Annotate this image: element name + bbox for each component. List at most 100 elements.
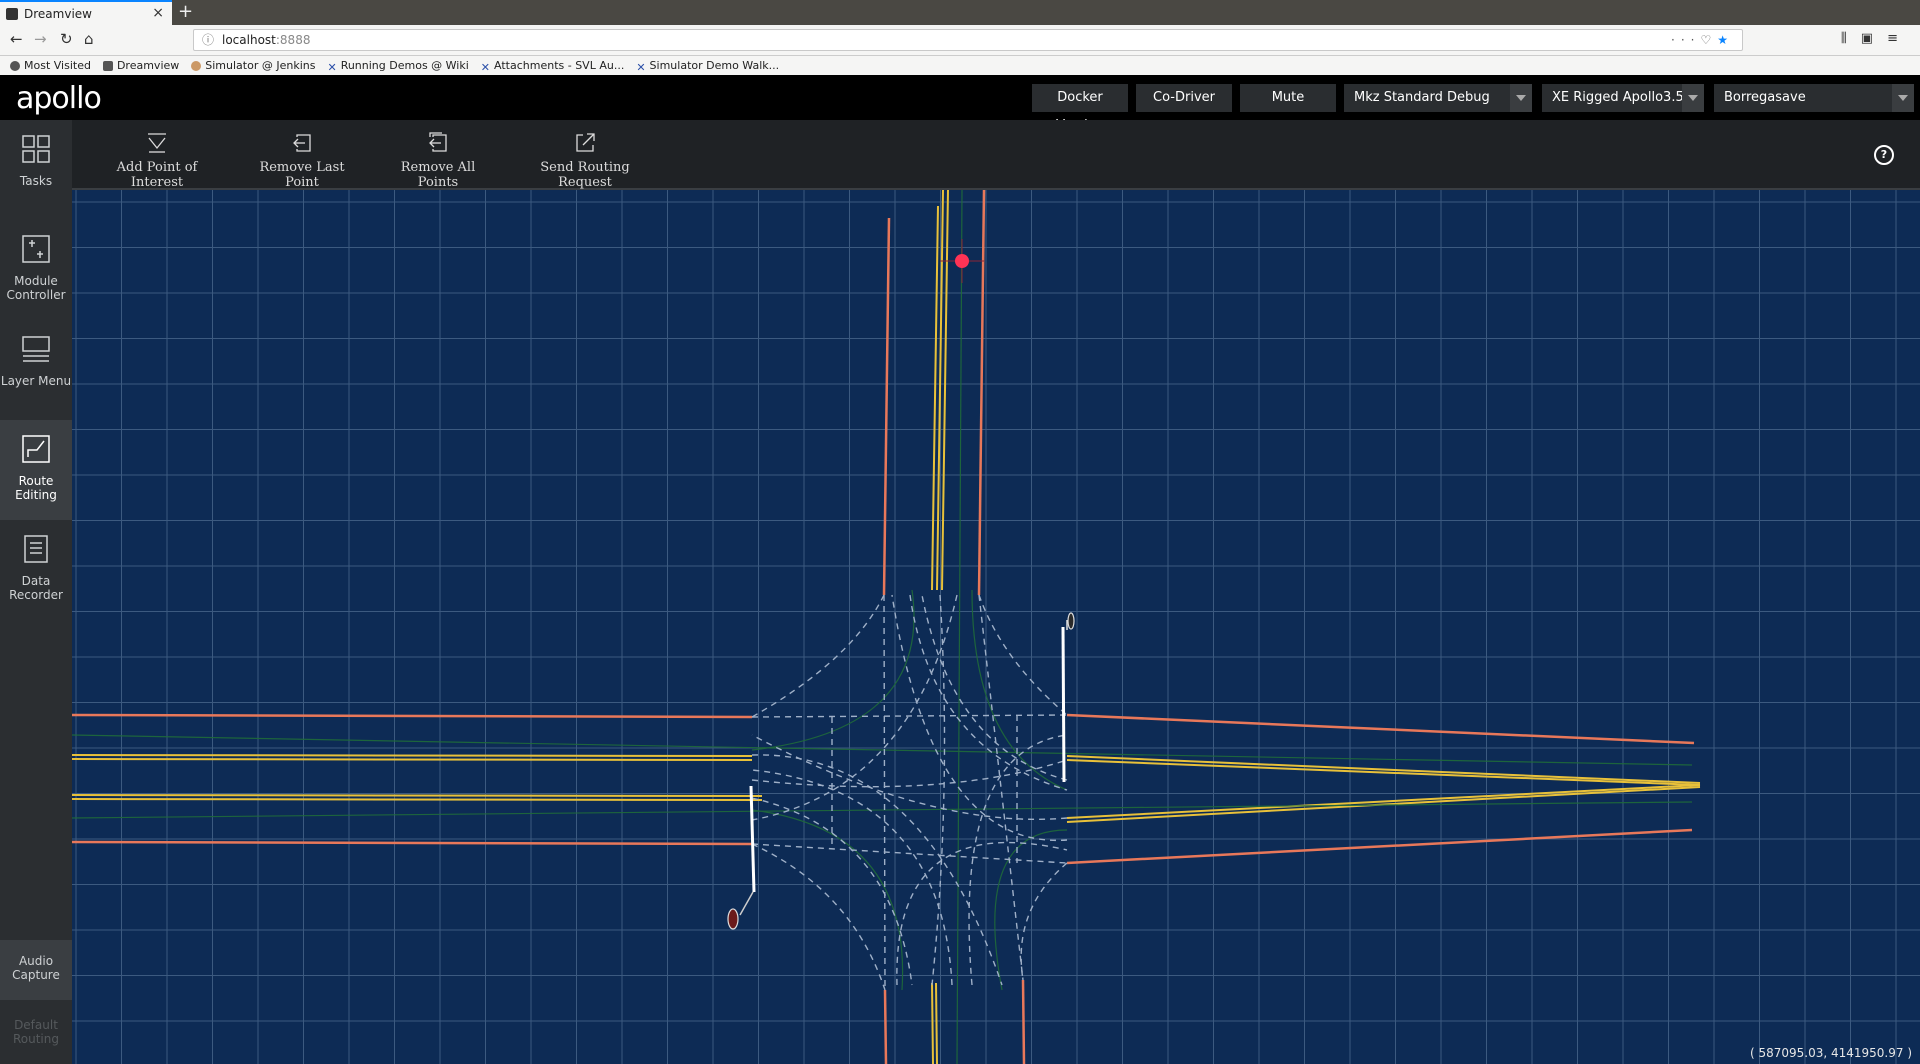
bookmark-star-icon[interactable]: ★	[1717, 33, 1734, 47]
map-coordinates: ( 587095.03, 4141950.97 )	[1749, 1046, 1912, 1060]
lane-boundaries	[72, 190, 1695, 1064]
center-line	[72, 794, 763, 797]
layer-menu-icon	[22, 336, 50, 362]
center-line	[72, 798, 763, 801]
sidebar-item-data-recorder[interactable]: Data Recorder	[0, 520, 72, 620]
sidebar-item-layer-menu[interactable]: Layer Menu	[0, 320, 72, 420]
center-line	[1066, 784, 1701, 819]
confluence-icon: ✕	[480, 60, 491, 74]
library-icon[interactable]: ⫼	[1841, 31, 1861, 46]
traffic-sign-icon	[727, 891, 754, 930]
co-driver-button[interactable]: Co-Driver	[1136, 84, 1232, 112]
lane-guides	[72, 190, 1693, 1064]
funnel-icon	[148, 133, 166, 153]
stop-line	[749, 785, 756, 893]
remove-all-icon	[429, 132, 447, 152]
sidebar-item-label: Layer Menu	[0, 374, 72, 388]
menu-icon[interactable]: ≡	[1887, 31, 1912, 46]
bookmarks-bar: Most Visited Dreamview Simulator @ Jenki…	[0, 56, 1920, 75]
remove-all-points-button[interactable]: Remove All Points	[380, 132, 496, 190]
remove-last-point-button[interactable]: Remove Last Point	[242, 132, 362, 190]
bookmark-item[interactable]: ✕ Attachments - SVL Au...	[480, 59, 625, 74]
lane-boundary-line	[882, 217, 891, 596]
dreamview-favicon	[6, 7, 18, 20]
back-icon[interactable]: ←	[10, 30, 23, 48]
sidebar-item-route-editing[interactable]: Route Editing	[0, 420, 72, 520]
remove-last-icon	[293, 134, 311, 152]
default-routing-label: Default Routing	[12, 1018, 59, 1046]
module-controller-icon	[22, 235, 50, 263]
sidebar-item-label: Module Controller	[6, 274, 66, 302]
gear-icon	[10, 60, 20, 71]
point-of-interest-marker[interactable]	[955, 254, 969, 268]
page-actions-icon[interactable]: ···	[1671, 33, 1700, 47]
center-line	[72, 754, 753, 757]
add-point-of-interest-button[interactable]: Add Point of Interest	[92, 132, 222, 190]
mode-select-value: Mkz Standard Debug	[1354, 90, 1490, 105]
map-select[interactable]: Borregasave	[1714, 84, 1914, 112]
chevron-down-icon[interactable]	[1892, 84, 1914, 112]
send-routing-request-button[interactable]: Send Routing Request	[512, 132, 658, 190]
browser-nav-bar: ← → ↻ ⌂ ⓘ localhost:8888 ···♡★ ⫼▣≡	[0, 25, 1920, 56]
traffic-signs	[727, 612, 1075, 930]
send-routing-label: Send Routing Request	[540, 160, 630, 190]
route-editing-toolbar: Add Point of Interest Remove Last Point …	[72, 120, 1920, 190]
sidebar-toggle-icon[interactable]: ▣	[1861, 31, 1887, 46]
sidebar-item-module-controller[interactable]: Module Controller	[0, 220, 72, 320]
forward-icon[interactable]: →	[34, 30, 47, 48]
url-port: :8888	[275, 33, 311, 47]
default-routing-button[interactable]: Default Routing	[0, 1004, 72, 1064]
bookmark-item[interactable]: Most Visited	[10, 59, 91, 72]
traffic-sign-icon	[1066, 612, 1075, 630]
confluence-icon: ✕	[327, 60, 337, 74]
grid-icon	[22, 135, 50, 163]
lane-boundary-line	[72, 713, 753, 719]
audio-capture-button[interactable]: Audio Capture	[0, 940, 72, 1000]
map-grid	[72, 190, 1920, 1064]
external-send-icon	[576, 133, 595, 152]
bookmark-item[interactable]: ✕ Running Demos @ Wiki	[327, 59, 468, 74]
bookmark-item[interactable]: Dreamview	[102, 59, 179, 72]
chevron-down-icon[interactable]	[1682, 84, 1704, 112]
center-lines	[72, 190, 1701, 1064]
lane-boundary-line	[1066, 828, 1693, 865]
sidebar-item-label: Tasks	[19, 174, 53, 188]
help-icon[interactable]: ?	[1874, 145, 1894, 165]
browser-tab[interactable]: Dreamview ×	[0, 0, 172, 25]
docker-version-button[interactable]: Docker Version	[1032, 84, 1128, 133]
close-tab-icon[interactable]: ×	[152, 5, 164, 21]
document-icon	[24, 535, 48, 563]
bookmark-item[interactable]: ✕ Simulator Demo Walk...	[636, 59, 779, 74]
vehicle-select[interactable]: XE Rigged Apollo3.5	[1542, 84, 1704, 112]
sidebar-item-tasks[interactable]: Tasks	[0, 120, 72, 220]
confluence-icon: ✕	[636, 60, 646, 74]
stop-line	[1061, 626, 1066, 783]
map-canvas[interactable]: ( 587095.03, 4141950.97 )	[72, 190, 1920, 1064]
lane-boundary-line	[1021, 979, 1026, 1064]
pocket-icon[interactable]: ♡	[1700, 33, 1717, 47]
add-poi-label: Add Point of Interest	[116, 160, 198, 190]
lane-boundary-line	[977, 190, 986, 596]
chevron-down-icon[interactable]	[1510, 84, 1532, 112]
mute-button[interactable]: Mute	[1240, 84, 1336, 112]
app-header: apollo Docker Version Co-Driver Mute Mkz…	[0, 75, 1920, 133]
mode-select[interactable]: Mkz Standard Debug	[1344, 84, 1532, 112]
audio-capture-label: Audio Capture	[12, 954, 60, 982]
home-icon[interactable]: ⌂	[84, 30, 94, 48]
reload-icon[interactable]: ↻	[60, 30, 73, 48]
map-render[interactable]	[72, 190, 1920, 1064]
sidebar-item-label: Data Recorder	[9, 574, 63, 602]
route-editing-icon	[22, 435, 50, 463]
apollo-logo: apollo	[16, 81, 102, 116]
center-line	[931, 982, 934, 1064]
sidebar: Tasks Module Controller Layer Menu Route…	[0, 120, 72, 1064]
url-host: localhost	[222, 33, 276, 47]
site-info-icon[interactable]: ⓘ	[202, 30, 214, 50]
sidebar-item-label: Route Editing	[15, 474, 57, 502]
center-line	[1066, 755, 1701, 784]
url-bar[interactable]: ⓘ localhost:8888 ···♡★	[193, 29, 1743, 51]
vehicle-select-value: XE Rigged Apollo3.5	[1552, 90, 1684, 105]
lane-boundary-line	[883, 989, 888, 1064]
bookmark-item[interactable]: Simulator @ Jenkins	[191, 59, 315, 72]
new-tab-button[interactable]: +	[178, 1, 193, 22]
